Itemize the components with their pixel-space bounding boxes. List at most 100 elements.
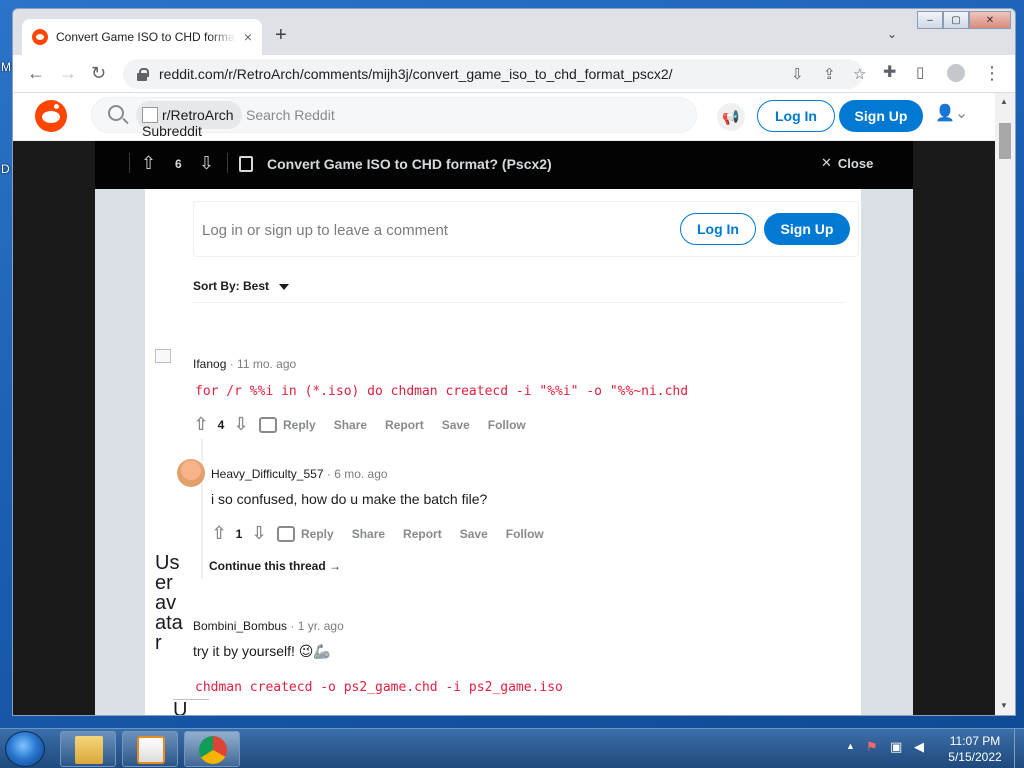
volume-icon[interactable]: ◀	[914, 739, 924, 755]
maximize-button[interactable]: ▢	[943, 11, 969, 29]
scrollbar-thumb[interactable]	[999, 123, 1011, 159]
subreddit-icon-alt: Subreddit	[142, 123, 202, 139]
comment-author[interactable]: Heavy_Difficulty_557	[211, 467, 324, 481]
comment-author-row: Bombini_Bombus · 1 yr. ago	[193, 619, 344, 633]
scroll-up-icon[interactable]: ▲	[1000, 97, 1008, 106]
back-button[interactable]: ←	[27, 64, 45, 82]
media-player-icon	[137, 736, 165, 764]
downvote-icon[interactable]: ⇩	[229, 414, 253, 435]
subreddit-chip-label: r/RetroArch	[162, 107, 234, 123]
post-title: Convert Game ISO to CHD format? (Pscx2)	[267, 156, 552, 172]
desktop-label-2: D	[1, 162, 10, 176]
downvote-icon[interactable]: ⇩	[199, 153, 214, 174]
tab-search-button[interactable]: ⌄	[887, 27, 897, 41]
start-button[interactable]	[5, 731, 45, 767]
report-button[interactable]: Report	[403, 527, 442, 541]
scroll-down-icon[interactable]: ▼	[1000, 701, 1008, 710]
comment-signup-button[interactable]: Sign Up	[764, 213, 850, 245]
share-button[interactable]: Share	[352, 527, 385, 541]
comment-vote-count: 4	[217, 417, 225, 432]
save-button[interactable]: Save	[442, 418, 470, 432]
advertise-megaphone-icon[interactable]: 📢	[717, 103, 745, 131]
address-bar[interactable]: reddit.com/r/RetroArch/comments/mijh3j/c…	[123, 59, 866, 89]
clock-time: 11:07 PM	[949, 734, 1001, 748]
comment-author[interactable]: Ifanog	[193, 357, 226, 371]
clock-date: 5/15/2022	[948, 750, 1002, 764]
new-tab-button[interactable]: +	[275, 25, 287, 45]
chrome-icon	[199, 736, 227, 764]
thread-line[interactable]	[201, 439, 203, 579]
show-hidden-icons[interactable]: ▲	[846, 741, 855, 751]
comment-vote-count: 1	[235, 526, 243, 541]
post-top-bar: ⇧ 6 ⇩ Convert Game ISO to CHD format? (P…	[95, 141, 913, 189]
tab-close-icon[interactable]: ×	[244, 29, 252, 45]
action-center-icon[interactable]: ⚑	[866, 739, 878, 755]
upvote-icon[interactable]: ⇧	[207, 523, 231, 544]
user-menu-icon[interactable]: 👤⌄	[935, 103, 968, 123]
comment-time[interactable]: 6 mo. ago	[334, 467, 387, 481]
taskbar-chrome[interactable]	[184, 731, 240, 767]
reply-button[interactable]: Reply	[301, 527, 334, 541]
extensions-icon[interactable]: ✚	[883, 64, 896, 82]
show-desktop-button[interactable]	[1014, 729, 1024, 768]
comment-author-row: Ifanog · 11 mo. ago	[193, 357, 297, 371]
search-bar[interactable]: r/RetroArch Subreddit Search Reddit	[91, 97, 697, 138]
folder-icon	[75, 736, 103, 764]
avatar	[155, 349, 171, 363]
text-post-icon	[239, 156, 253, 172]
comment-body: try it by yourself! 😉🦾	[193, 643, 331, 659]
reddit-logo-icon[interactable]	[35, 100, 67, 132]
follow-button[interactable]: Follow	[506, 527, 544, 541]
comment-code: chdman createcd -o ps2_game.chd -i ps2_g…	[195, 680, 563, 695]
save-button[interactable]: Save	[460, 527, 488, 541]
comment-code: for /r %%i in (*.iso) do chdman createcd…	[195, 384, 689, 399]
report-button[interactable]: Report	[385, 418, 424, 432]
taskbar: ▲ ⚑ ▣ ◀ 11:07 PM 5/15/2022	[0, 728, 1024, 768]
avatar[interactable]	[177, 459, 205, 487]
comment-time[interactable]: 11 mo. ago	[237, 357, 296, 371]
forward-button[interactable]: →	[59, 64, 77, 82]
avatar: User avatar	[155, 552, 183, 654]
divider	[227, 153, 228, 173]
header-login-button[interactable]: Log In	[757, 100, 835, 132]
header-signup-button[interactable]: Sign Up	[839, 100, 923, 132]
reply-button[interactable]: Reply	[283, 418, 316, 432]
comment-time[interactable]: 1 yr. ago	[298, 619, 344, 633]
browser-tab[interactable]: Convert Game ISO to CHD format? (Pscx2) …	[22, 19, 262, 55]
comment-login-box: Log in or sign up to leave a comment Log…	[193, 201, 859, 257]
comments-panel: Log in or sign up to leave a comment Log…	[145, 189, 861, 715]
bookmark-star-icon[interactable]: ☆	[853, 65, 866, 83]
clock[interactable]: 11:07 PM 5/15/2022	[940, 733, 1010, 765]
menu-kebab-icon[interactable]: ⋮	[983, 64, 1001, 82]
share-button[interactable]: Share	[334, 418, 367, 432]
reply-bubble-icon	[277, 525, 295, 542]
system-tray: ▲ ⚑ ▣ ◀ 11:07 PM 5/15/2022	[840, 729, 1024, 768]
upvote-icon[interactable]: ⇧	[189, 414, 213, 435]
upvote-icon[interactable]: ⇧	[141, 153, 156, 174]
comment-author[interactable]: Bombini_Bombus	[193, 619, 287, 633]
taskbar-explorer[interactable]	[60, 731, 116, 767]
downvote-icon[interactable]: ⇩	[247, 523, 271, 544]
post-vote-count: 6	[175, 157, 182, 171]
taskbar-media-player[interactable]	[122, 731, 178, 767]
minimize-button[interactable]: –	[917, 11, 943, 29]
side-panel-icon[interactable]: ▯	[916, 64, 924, 82]
share-icon[interactable]: ⇪	[823, 65, 836, 83]
sort-dropdown[interactable]: Sort By: Best	[193, 279, 290, 293]
browser-window: Convert Game ISO to CHD format? (Pscx2) …	[12, 8, 1016, 716]
url-text: reddit.com/r/RetroArch/comments/mijh3j/c…	[159, 66, 673, 82]
comment-login-button[interactable]: Log In	[680, 213, 756, 245]
close-post-button[interactable]: ✕ Close	[821, 155, 873, 171]
close-window-button[interactable]: ✕	[969, 11, 1011, 29]
post-overlay: ⇧ 6 ⇩ Convert Game ISO to CHD format? (P…	[13, 141, 995, 715]
divider	[129, 153, 130, 173]
network-icon[interactable]: ▣	[890, 739, 902, 755]
continue-thread-link[interactable]: Continue this thread →	[209, 559, 341, 573]
follow-button[interactable]: Follow	[488, 418, 526, 432]
reload-button[interactable]: ↻	[91, 64, 106, 82]
install-app-icon[interactable]: ⇩	[791, 65, 804, 83]
page-scrollbar[interactable]: ▲ ▼	[995, 93, 1015, 715]
subreddit-chip[interactable]: r/RetroArch Subreddit	[136, 101, 242, 138]
profile-icon[interactable]	[947, 64, 965, 82]
reddit-header: r/RetroArch Subreddit Search Reddit 📢 Lo…	[13, 93, 995, 141]
